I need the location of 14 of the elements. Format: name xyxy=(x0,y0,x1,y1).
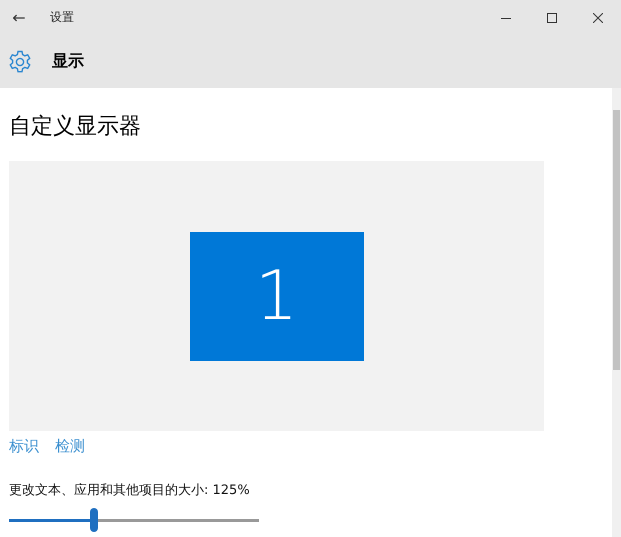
page-title: 显示 xyxy=(52,51,84,72)
link[interactable]: 检测 xyxy=(55,437,85,456)
link[interactable]: 标识 xyxy=(9,437,39,456)
monitor-tile[interactable]: 1 xyxy=(190,232,364,360)
window-title: 设置 xyxy=(50,9,75,26)
back-button[interactable]: ← xyxy=(0,8,38,27)
slider-thumb[interactable] xyxy=(90,508,98,532)
settings-icon xyxy=(8,50,32,74)
section-heading: 自定义显示器 xyxy=(9,113,142,141)
scrollbar[interactable] xyxy=(612,88,621,537)
close-icon xyxy=(593,12,603,22)
scale-slider[interactable] xyxy=(9,508,259,532)
scale-label: 更改文本、应用和其他项目的大小: 125% xyxy=(9,482,251,499)
maximize-icon xyxy=(547,12,557,22)
